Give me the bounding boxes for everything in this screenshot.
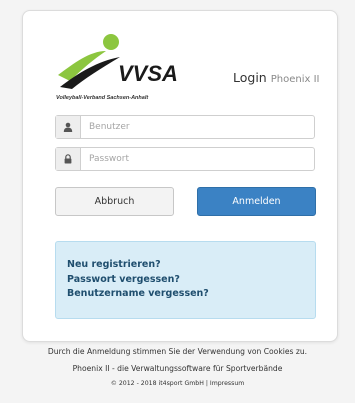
logo-wordmark: VVSA [118, 61, 178, 86]
vvsa-logo: VVSA Volleyball-Verband Sachsen-Anhalt [56, 29, 236, 101]
software-description: Phoenix II - die Verwaltungssoftware für… [72, 364, 283, 373]
volleyball-swoosh-icon [58, 34, 120, 89]
forgot-username-link[interactable]: Benutzername vergessen? [67, 287, 315, 302]
forgot-password-link[interactable]: Passwort vergessen? [67, 273, 315, 288]
username-input[interactable] [81, 116, 314, 138]
login-heading: Login [233, 70, 267, 85]
username-field [55, 115, 315, 139]
cookie-notice: Durch die Anmeldung stimmen Sie der Verw… [47, 347, 308, 356]
impressum-link[interactable]: Impressum [210, 380, 244, 387]
help-links-panel: Neu registrieren? Passwort vergessen? Be… [55, 241, 316, 319]
password-input[interactable] [81, 148, 314, 170]
app-name: Phoenix II [270, 74, 320, 85]
copyright-line: © 2012 - 2018 it4sport GmbH | Impressum [0, 380, 355, 387]
password-field [55, 147, 315, 171]
register-link[interactable]: Neu registrieren? [67, 258, 315, 273]
copyright-text: © 2012 - 2018 it4sport GmbH | [110, 380, 208, 387]
logo-subtitle: Volleyball-Verband Sachsen-Anhalt [56, 95, 149, 101]
cancel-button[interactable]: Abbruch [55, 187, 174, 216]
page-title: Login Phoenix II [233, 67, 319, 86]
user-icon [56, 116, 81, 138]
login-button[interactable]: Anmelden [197, 187, 316, 216]
lock-icon [56, 148, 81, 170]
